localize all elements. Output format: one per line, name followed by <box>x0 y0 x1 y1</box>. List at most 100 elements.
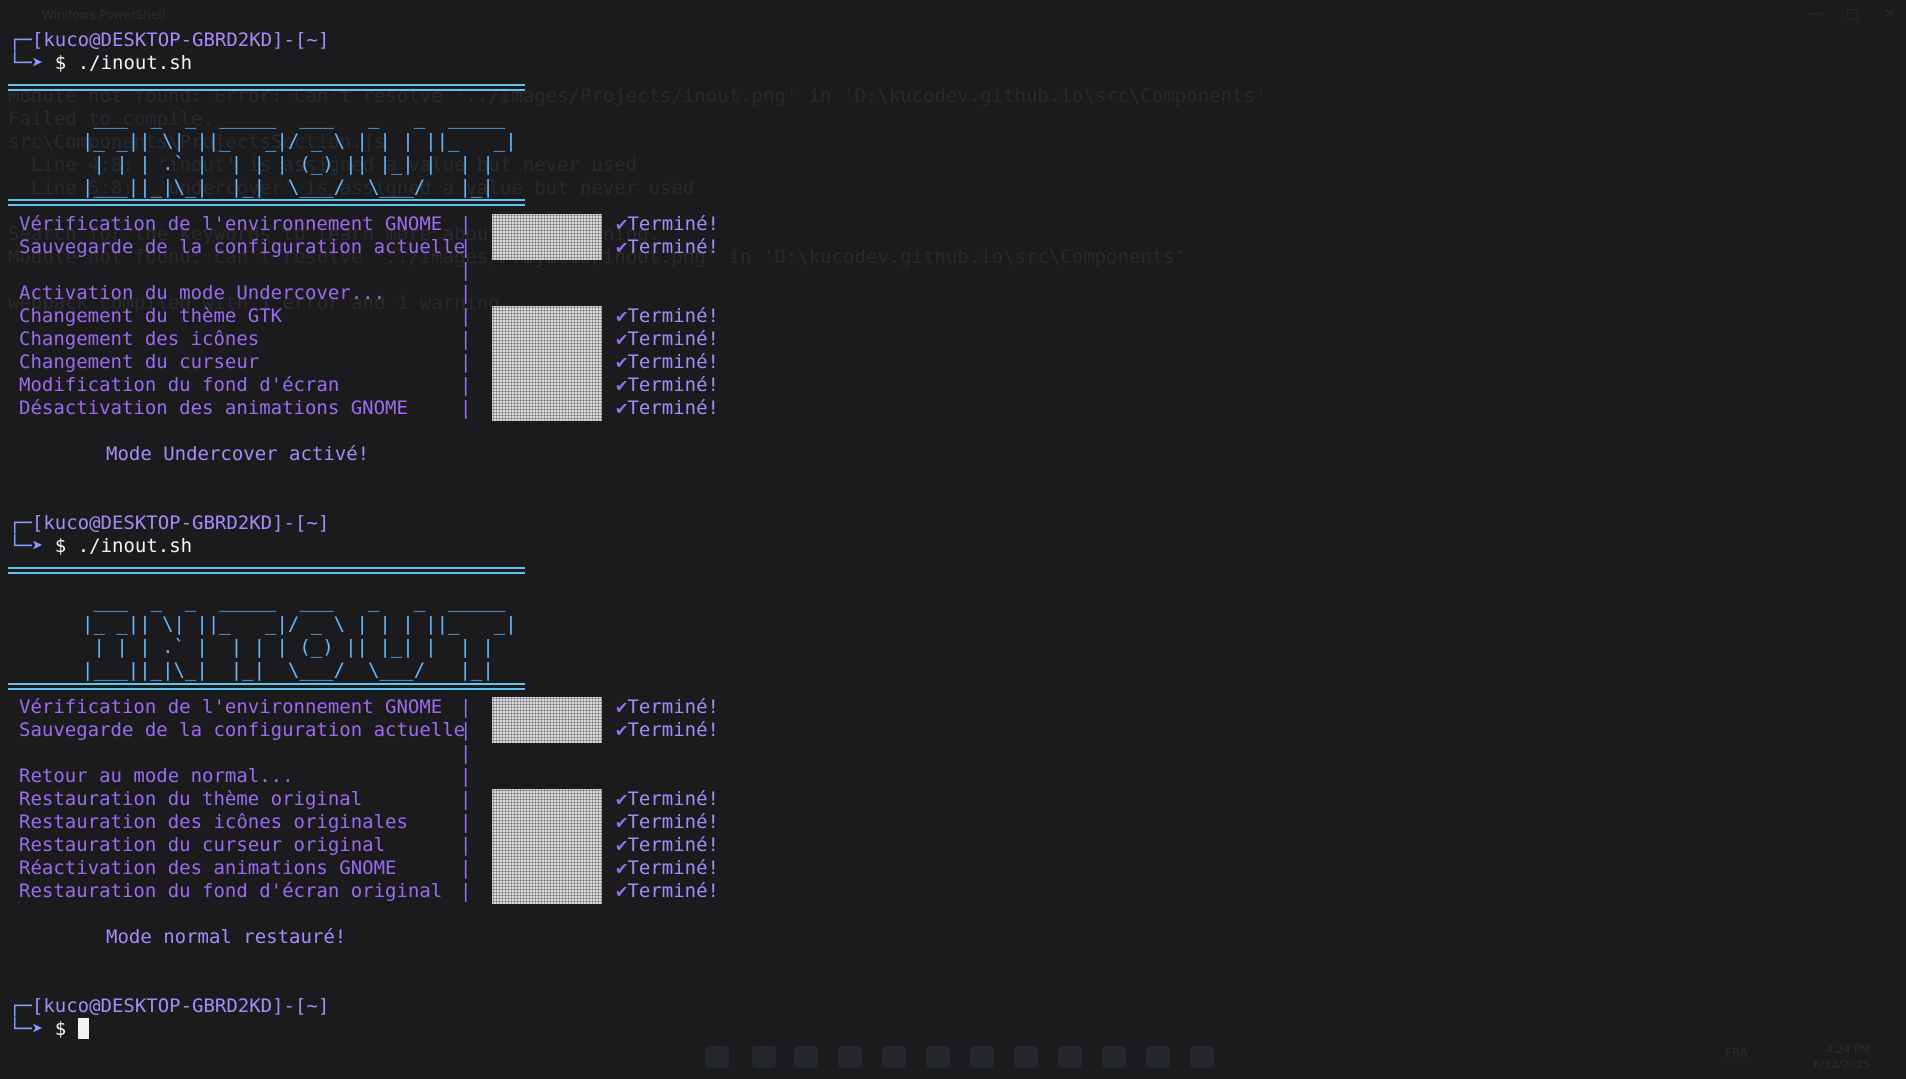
task-label: Réactivation des animations GNOME <box>19 857 397 879</box>
check-icon: ✔ <box>616 328 628 350</box>
task-status: ✔Terminé! <box>616 788 719 811</box>
prompt-header: ┌─[kuco@DESKTOP-GBRD2KD]-[~] <box>9 512 329 535</box>
prompt-input-line[interactable]: └─➤ $ <box>9 1018 89 1041</box>
task-separator: | <box>460 236 472 258</box>
task-status: ✔Terminé! <box>616 374 719 397</box>
task-separator: | <box>460 719 472 741</box>
check-icon: ✔ <box>616 397 628 419</box>
task-separator: | <box>460 259 472 281</box>
banner-line: ___ _ _ _____ ___ _ _ _____ <box>82 590 506 612</box>
command-text: ./inout.sh <box>77 535 193 557</box>
task-status: ✔Terminé! <box>616 236 719 259</box>
banner-line: |___||_|\_| |_| \___/ \___/ |_| <box>82 659 494 681</box>
prompt-header: ┌─[kuco@DESKTOP-GBRD2KD]-[~] <box>9 995 329 1018</box>
check-icon: ✔ <box>616 305 628 327</box>
task-status: ✔Terminé! <box>616 213 719 236</box>
prompt-dollar: $ <box>54 52 67 74</box>
prompt-user-host: [kuco@DESKTOP-GBRD2KD]-[~] <box>31 995 330 1017</box>
banner-line: | | | .` | | | | (_) || |_| | | | <box>82 153 494 175</box>
task-status: ✔Terminé! <box>616 811 719 834</box>
banner-rule-top <box>8 567 525 574</box>
task-label: Changement du thème GTK <box>19 305 283 327</box>
task-status-text: Terminé! <box>627 351 719 373</box>
text-cursor <box>77 1018 89 1039</box>
section-label: Retour au mode normal... <box>19 765 294 787</box>
prompt-command-line: └─➤ $ ./inout.sh <box>9 535 192 558</box>
check-icon: ✔ <box>616 880 628 902</box>
task-status-text: Terminé! <box>627 374 719 396</box>
terminal-output[interactable]: ┌─[kuco@DESKTOP-GBRD2KD]-[~] └─➤ $ ./ino… <box>0 0 1906 1079</box>
progress-block <box>492 306 602 421</box>
task-status-text: Terminé! <box>627 857 719 879</box>
task-status-text: Terminé! <box>627 328 719 350</box>
task-separator: | <box>460 765 472 787</box>
task-label: Changement du curseur <box>19 351 260 373</box>
task-status: ✔Terminé! <box>616 880 719 903</box>
task-status-text: Terminé! <box>627 696 719 718</box>
banner-rule-bottom <box>8 683 525 690</box>
banner-line: |_ _|| \| ||_ _|/ _ \ | | | ||_ _| <box>82 130 517 152</box>
task-label: Sauvegarde de la configuration actuelle <box>19 719 466 741</box>
check-icon: ✔ <box>616 834 628 856</box>
task-status-text: Terminé! <box>627 397 719 419</box>
banner-line: |_ _|| \| ||_ _|/ _ \ | | | ||_ _| <box>82 613 517 635</box>
check-icon: ✔ <box>616 213 628 235</box>
task-label: Vérification de l'environnement GNOME <box>19 213 443 235</box>
task-status-text: Terminé! <box>627 788 719 810</box>
banner-line: | | | .` | | | | (_) || |_| | | | <box>82 636 494 658</box>
task-separator: | <box>460 857 472 879</box>
banner-line: |___||_|\_| |_| \___/ \___/ |_| <box>82 176 494 198</box>
task-status: ✔Terminé! <box>616 397 719 420</box>
task-separator: | <box>460 742 472 764</box>
prompt-header: ┌─[kuco@DESKTOP-GBRD2KD]-[~] <box>9 29 329 52</box>
task-separator: | <box>460 328 472 350</box>
section-label: Activation du mode Undercover... <box>19 282 386 304</box>
check-icon: ✔ <box>616 374 628 396</box>
task-status-text: Terminé! <box>627 880 719 902</box>
task-status: ✔Terminé! <box>616 834 719 857</box>
task-label: Restauration du fond d'écran original <box>19 880 443 902</box>
prompt-corner-top: ┌─ <box>9 995 32 1017</box>
task-status-text: Terminé! <box>627 719 719 741</box>
task-separator: | <box>460 213 472 235</box>
check-icon: ✔ <box>616 857 628 879</box>
task-separator: | <box>460 282 472 304</box>
banner-rule-bottom <box>8 199 525 206</box>
task-separator: | <box>460 880 472 902</box>
task-status-text: Terminé! <box>627 236 719 258</box>
check-icon: ✔ <box>616 351 628 373</box>
prompt-corner-top: ┌─ <box>9 29 32 51</box>
result-message: Mode normal restauré! <box>106 926 347 948</box>
task-status-text: Terminé! <box>627 213 719 235</box>
task-separator: | <box>460 788 472 810</box>
check-icon: ✔ <box>616 788 628 810</box>
prompt-dollar: $ <box>54 535 67 557</box>
progress-block <box>492 214 602 260</box>
task-label: Changement des icônes <box>19 328 260 350</box>
prompt-user-host: [kuco@DESKTOP-GBRD2KD]-[~] <box>31 29 330 51</box>
prompt-arrow-icon: └─➤ <box>9 1018 44 1040</box>
task-label: Modification du fond d'écran <box>19 374 340 396</box>
task-separator: | <box>460 811 472 833</box>
progress-block <box>492 789 602 904</box>
task-label: Restauration des icônes originales <box>19 811 408 833</box>
prompt-arrow-icon: └─➤ <box>9 535 44 557</box>
task-status-text: Terminé! <box>627 305 719 327</box>
task-label: Désactivation des animations GNOME <box>19 397 408 419</box>
task-status: ✔Terminé! <box>616 351 719 374</box>
task-status: ✔Terminé! <box>616 857 719 880</box>
task-separator: | <box>460 351 472 373</box>
task-label: Restauration du thème original <box>19 788 363 810</box>
prompt-user-host: [kuco@DESKTOP-GBRD2KD]-[~] <box>31 512 330 534</box>
task-separator: | <box>460 834 472 856</box>
prompt-dollar: $ <box>54 1018 67 1040</box>
prompt-corner-top: ┌─ <box>9 512 32 534</box>
task-label: Vérification de l'environnement GNOME <box>19 696 443 718</box>
task-status-text: Terminé! <box>627 834 719 856</box>
banner-rule-top <box>8 84 525 91</box>
task-status: ✔Terminé! <box>616 719 719 742</box>
task-label: Restauration du curseur original <box>19 834 386 856</box>
check-icon: ✔ <box>616 719 628 741</box>
task-separator: | <box>460 374 472 396</box>
task-separator: | <box>460 397 472 419</box>
